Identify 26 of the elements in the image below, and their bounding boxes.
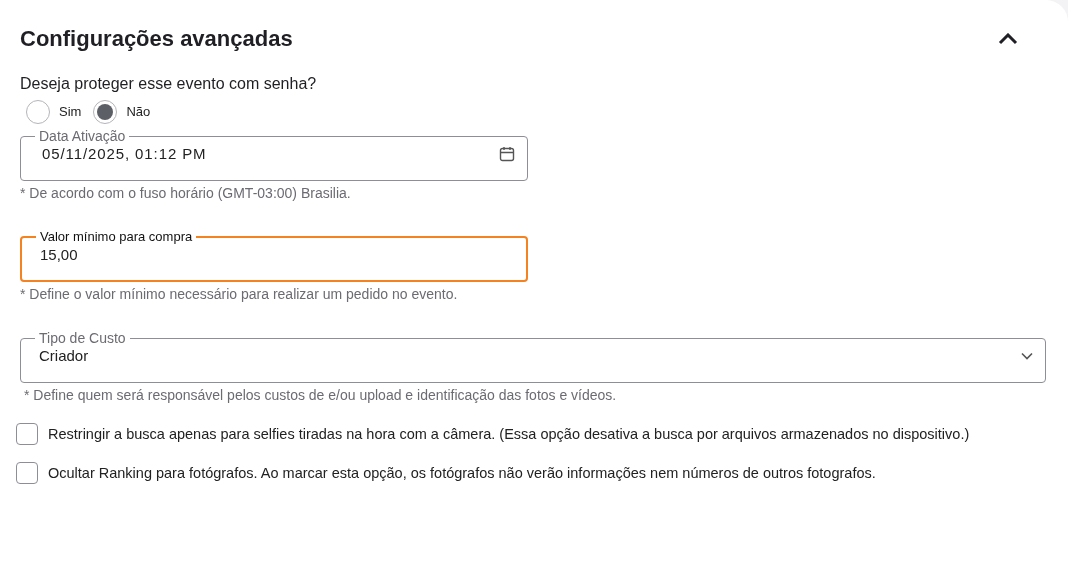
- input-field[interactable]: Valor mínimo para compra 15,00: [20, 230, 528, 282]
- chevron-down-icon[interactable]: [1021, 352, 1033, 361]
- field-label: Data Ativação: [38, 129, 127, 143]
- field-hint: * Define quem será responsável pelos custos de e/ou upload e identificação das fotos e vídeos.: [24, 386, 618, 405]
- field-value: Criador: [39, 346, 89, 366]
- date-field[interactable]: Data Ativação 05/11/2025, 01:12 PM: [20, 129, 528, 181]
- field-hint: * Define o valor mínimo necessário para realizar um pedido no evento.: [20, 285, 459, 304]
- radio-label: Não: [126, 103, 151, 122]
- checkbox-label: Ocultar Ranking para fotógrafos. Ao marcar esta opção, os fotógrafos não verão informações nem números de outros fotografos.: [48, 464, 877, 483]
- radio-button[interactable]: [26, 100, 50, 124]
- radio-button[interactable]: [93, 100, 118, 124]
- collapse-button[interactable]: [996, 30, 1020, 47]
- field-label: Valor mínimo para compra: [39, 230, 194, 244]
- field-value: 05/11/2025, 01:12 PM: [42, 144, 207, 164]
- question-label: Deseja proteger esse evento com senha?: [20, 74, 318, 94]
- section-title: Configurações avançadas: [20, 25, 293, 53]
- field-hint: * De acordo com o fuso horário (GMT-03:00) Brasilia.: [20, 184, 352, 203]
- field-label: Tipo de Custo: [38, 331, 127, 345]
- checkbox[interactable]: [16, 423, 38, 445]
- calendar-icon[interactable]: [499, 146, 515, 163]
- radio-label: Sim: [59, 103, 82, 122]
- checkbox[interactable]: [16, 462, 38, 484]
- select-field[interactable]: Tipo de Custo Criador: [20, 331, 1046, 383]
- chevron-up-icon: [998, 32, 1018, 45]
- field-value: 15,00: [40, 245, 78, 265]
- checkbox-label: Restringir a busca apenas para selfies tiradas na hora com a câmera. (Essa opção desativa a busca por arquivos armazenados no dispositivo.): [48, 425, 971, 444]
